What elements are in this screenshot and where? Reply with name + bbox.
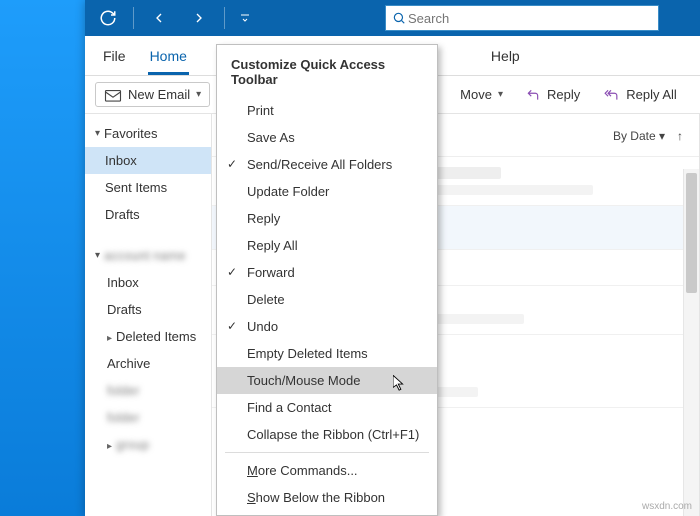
reply-all-button[interactable]: Reply All: [594, 83, 685, 106]
check-icon: ✓: [227, 319, 237, 333]
sidebar-item-inbox-acct[interactable]: Inbox: [85, 269, 211, 296]
move-label: Move: [460, 87, 492, 102]
mouse-cursor: [393, 375, 407, 393]
chevron-down-icon: ▾: [659, 129, 665, 143]
favorites-heading[interactable]: ▾ Favorites: [85, 120, 211, 147]
qat-item-update-folder[interactable]: Update Folder: [217, 178, 437, 205]
qat-item-save-as[interactable]: Save As: [217, 124, 437, 151]
mail-icon: [104, 88, 122, 102]
qat-item-label: Reply All: [247, 238, 298, 253]
qat-item-label: Update Folder: [247, 184, 329, 199]
search-icon: [392, 11, 406, 25]
qat-item-delete[interactable]: Delete: [217, 286, 437, 313]
qat-item-reply[interactable]: Reply: [217, 205, 437, 232]
customize-qat-dropdown-icon[interactable]: [235, 3, 255, 33]
qat-item-label: Delete: [247, 292, 285, 307]
chevron-down-icon: ▾: [498, 89, 503, 100]
search-box[interactable]: [385, 5, 659, 31]
move-button[interactable]: Move ▾: [452, 83, 511, 106]
qat-item-label: Empty Deleted Items: [247, 346, 368, 361]
sort-by-date[interactable]: By Date ▾: [613, 129, 665, 143]
tab-file[interactable]: File: [101, 42, 128, 75]
sync-icon[interactable]: [93, 3, 123, 33]
check-icon: ✓: [227, 265, 237, 279]
chevron-down-icon: ▾: [95, 128, 100, 139]
sidebar-item-deleted[interactable]: ▸Deleted Items: [85, 323, 211, 350]
sidebar-item-drafts[interactable]: Drafts: [85, 201, 211, 228]
sidebar-item-archive[interactable]: Archive: [85, 350, 211, 377]
qat-item-label: Send/Receive All Folders: [247, 157, 392, 172]
check-icon: ✓: [227, 157, 237, 171]
qat-item-label: Find a Contact: [247, 400, 332, 415]
sidebar-item-expand-blurred[interactable]: ▸group: [85, 431, 211, 458]
reply-icon: [525, 88, 541, 102]
watermark: wsxdn.com: [642, 501, 692, 512]
chevron-down-icon: ▾: [95, 250, 100, 261]
chevron-right-icon: ▸: [107, 333, 112, 344]
qat-item-label: Reply: [247, 211, 280, 226]
sidebar-item-inbox[interactable]: Inbox: [85, 147, 211, 174]
undo-arrow-icon[interactable]: [144, 3, 174, 33]
qat-show-below-ribbon[interactable]: Show Below the Ribbon: [217, 484, 437, 511]
qat-item-send-receive-all-folders[interactable]: ✓ Send/Receive All Folders: [217, 151, 437, 178]
reply-all-icon: [602, 88, 620, 102]
qat-item-find-a-contact[interactable]: Find a Contact: [217, 394, 437, 421]
qat-item-label: Forward: [247, 265, 295, 280]
nav-sidebar: ▾ Favorites Inbox Sent Items Drafts ▾ ac…: [85, 114, 212, 516]
qat-item-undo[interactable]: ✓ Undo: [217, 313, 437, 340]
divider: [133, 7, 134, 29]
qat-item-empty-deleted-items[interactable]: Empty Deleted Items: [217, 340, 437, 367]
redo-arrow-icon[interactable]: [184, 3, 214, 33]
search-input[interactable]: [406, 10, 652, 27]
qat-item-label: Print: [247, 103, 274, 118]
qat-item-print[interactable]: Print: [217, 97, 437, 124]
qat-item-forward[interactable]: ✓ Forward: [217, 259, 437, 286]
customize-qat-menu: Customize Quick Access Toolbar Print Save…: [216, 44, 438, 516]
qat-item-label: Save As: [247, 130, 295, 145]
new-email-label: New Email: [128, 87, 190, 102]
sidebar-item-drafts-acct[interactable]: Drafts: [85, 296, 211, 323]
sidebar-item-sent[interactable]: Sent Items: [85, 174, 211, 201]
sidebar-item-blurred[interactable]: folder: [85, 404, 211, 431]
qat-more-commands[interactable]: More Commands...: [217, 457, 437, 484]
menu-separator: [225, 452, 429, 453]
reply-all-label: Reply All: [626, 87, 677, 102]
tab-help[interactable]: Help: [489, 42, 522, 75]
qat-item-reply-all[interactable]: Reply All: [217, 232, 437, 259]
qat-item-label: Collapse the Ribbon (Ctrl+F1): [247, 427, 419, 442]
reply-button[interactable]: Reply: [517, 83, 588, 106]
title-bar: [85, 0, 700, 36]
tab-home[interactable]: Home: [148, 42, 189, 75]
sort-direction-icon[interactable]: ↑: [677, 129, 683, 143]
account-name-blurred: account name: [104, 248, 186, 263]
account-heading[interactable]: ▾ account name: [85, 242, 211, 269]
chevron-right-icon: ▸: [107, 441, 112, 452]
scrollbar[interactable]: [683, 169, 699, 516]
qat-menu-title: Customize Quick Access Toolbar: [217, 45, 437, 97]
favorites-label: Favorites: [104, 126, 157, 141]
reply-label: Reply: [547, 87, 580, 102]
new-email-button[interactable]: New Email ▾: [95, 82, 210, 107]
sidebar-item-blurred[interactable]: folder: [85, 377, 211, 404]
qat-item-label: Touch/Mouse Mode: [247, 373, 360, 388]
scroll-thumb[interactable]: [686, 173, 697, 293]
qat-item-label: Undo: [247, 319, 278, 334]
divider: [224, 7, 225, 29]
qat-item-collapse-the-ribbon-ctrl-f1[interactable]: Collapse the Ribbon (Ctrl+F1): [217, 421, 437, 448]
chevron-down-icon: ▾: [196, 89, 201, 100]
